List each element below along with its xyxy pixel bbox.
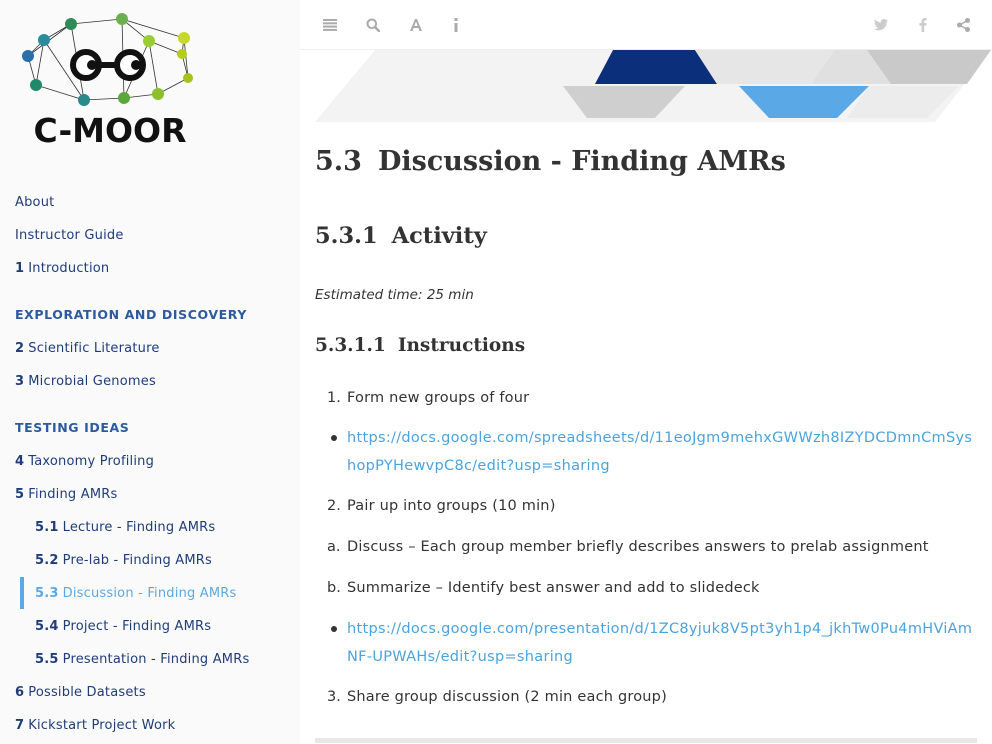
logo-text: C-MOOR: [33, 111, 186, 150]
sidebar-item-number: 3: [15, 374, 25, 389]
search-icon[interactable]: [362, 14, 384, 36]
subsection-heading: 5.3.1 Activity: [315, 223, 487, 249]
facebook-icon[interactable]: [912, 14, 934, 36]
section-title: Activity: [391, 223, 487, 249]
sidebar-item-label: Possible Datasets: [28, 685, 146, 700]
section-title: Instructions: [397, 335, 526, 356]
active-indicator: [20, 577, 24, 609]
sidebar-item-discussion-active[interactable]: 5.3 Discussion - Finding AMRs: [35, 579, 237, 609]
section-number: 5.3.1: [315, 223, 378, 249]
section-number: 5.3: [315, 146, 362, 177]
slidedeck-link[interactable]: https://docs.google.com/presentation/d/1…: [347, 615, 977, 671]
sidebar-item-number: 6: [15, 685, 25, 700]
bullet-icon: [331, 626, 337, 632]
sidebar-item-label: Instructor Guide: [15, 228, 124, 243]
logo-network-graphic: C-MOOR: [22, 13, 193, 150]
sidebar-item-number: 5.5: [35, 652, 59, 667]
share-icon[interactable]: [952, 14, 974, 36]
sidebar-item-microbial-genomes[interactable]: 3 Microbial Genomes: [15, 367, 156, 397]
info-icon[interactable]: [445, 14, 467, 36]
sidebar-item-label: Scientific Literature: [28, 341, 160, 356]
sidebar-item-label: Project - Finding AMRs: [62, 619, 212, 634]
sidebar-item-number: 4: [15, 454, 25, 469]
sidebar: C-MOOR About Instructor Guide 1 Introduct…: [0, 0, 300, 744]
book-toolbar: [300, 0, 992, 50]
sidebar-item-label: Presentation - Finding AMRs: [62, 652, 250, 667]
sidebar-item-number: 5.2: [35, 553, 59, 568]
sidebar-item-instructor-guide[interactable]: Instructor Guide: [15, 221, 124, 251]
sidebar-item-introduction[interactable]: 1 Introduction: [15, 254, 109, 284]
section-title: Discussion - Finding AMRs: [377, 146, 786, 177]
list-marker: 2.: [327, 498, 341, 514]
sidebar-part-header: TESTING IDEAS: [15, 420, 130, 435]
estimated-time: Estimated time: 25 min: [315, 287, 474, 303]
sidebar-item-label: Pre-lab - Finding AMRs: [62, 553, 212, 568]
list-item: Discuss – Each group member briefly desc…: [347, 539, 929, 555]
sidebar-item-label: Discussion - Finding AMRs: [62, 586, 237, 601]
sidebar-item-label: About: [15, 195, 55, 210]
list-marker: a.: [327, 539, 341, 555]
subsubsection-heading: 5.3.1.1 Instructions: [315, 335, 525, 356]
sidebar-item-label: Taxonomy Profiling: [28, 454, 155, 469]
sidebar-item-pre-lab[interactable]: 5.2 Pre-lab - Finding AMRs: [35, 546, 212, 576]
list-marker: 3.: [327, 689, 341, 705]
list-item: Share group discussion (2 min each group…: [347, 689, 667, 705]
decorative-banner: [315, 50, 991, 122]
twitter-icon[interactable]: [870, 14, 892, 36]
list-item: Form new groups of four: [347, 390, 530, 406]
sidebar-item-number: 5.4: [35, 619, 59, 634]
sidebar-item-label: Kickstart Project Work: [28, 718, 176, 733]
menu-icon[interactable]: [319, 14, 341, 36]
sidebar-item-number: 5: [15, 487, 25, 502]
section-divider: [315, 738, 977, 743]
sidebar-item-number: 1: [15, 261, 25, 276]
sidebar-item-label: Finding AMRs: [28, 487, 118, 502]
sidebar-item-finding-amrs[interactable]: 5 Finding AMRs: [15, 480, 117, 510]
font-settings-icon[interactable]: [405, 14, 427, 36]
sidebar-part-header: EXPLORATION AND DISCOVERY: [15, 307, 247, 322]
sidebar-item-taxonomy-profiling[interactable]: 4 Taxonomy Profiling: [15, 447, 154, 477]
sidebar-item-label: Microbial Genomes: [28, 374, 156, 389]
sidebar-item-number: 7: [15, 718, 25, 733]
page-title: 5.3 Discussion - Finding AMRs: [315, 146, 786, 177]
sidebar-item-kickstart-project-work[interactable]: 7 Kickstart Project Work: [15, 711, 175, 741]
sidebar-item-presentation[interactable]: 5.5 Presentation - Finding AMRs: [35, 645, 249, 675]
list-marker: 1.: [327, 390, 341, 406]
sidebar-item-label: Lecture - Finding AMRs: [62, 520, 216, 535]
list-item: Pair up into groups (10 min): [347, 498, 556, 514]
sidebar-item-number: 5.3: [35, 586, 59, 601]
section-number: 5.3.1.1: [315, 335, 386, 356]
sidebar-item-about[interactable]: About: [15, 188, 54, 218]
c-moor-logo[interactable]: C-MOOR: [16, 10, 206, 150]
list-marker: b.: [327, 580, 341, 596]
sidebar-item-scientific-literature[interactable]: 2 Scientific Literature: [15, 334, 160, 364]
sidebar-item-project[interactable]: 5.4 Project - Finding AMRs: [35, 612, 211, 642]
bullet-icon: [331, 435, 337, 441]
sidebar-item-lecture[interactable]: 5.1 Lecture - Finding AMRs: [35, 513, 215, 543]
list-item: Summarize – Identify best answer and add…: [347, 580, 760, 596]
sidebar-item-label: Introduction: [28, 261, 110, 276]
spreadsheet-link[interactable]: https://docs.google.com/spreadsheets/d/1…: [347, 424, 977, 480]
sidebar-item-possible-datasets[interactable]: 6 Possible Datasets: [15, 678, 146, 708]
sidebar-item-number: 5.1: [35, 520, 59, 535]
sidebar-item-number: 2: [15, 341, 25, 356]
